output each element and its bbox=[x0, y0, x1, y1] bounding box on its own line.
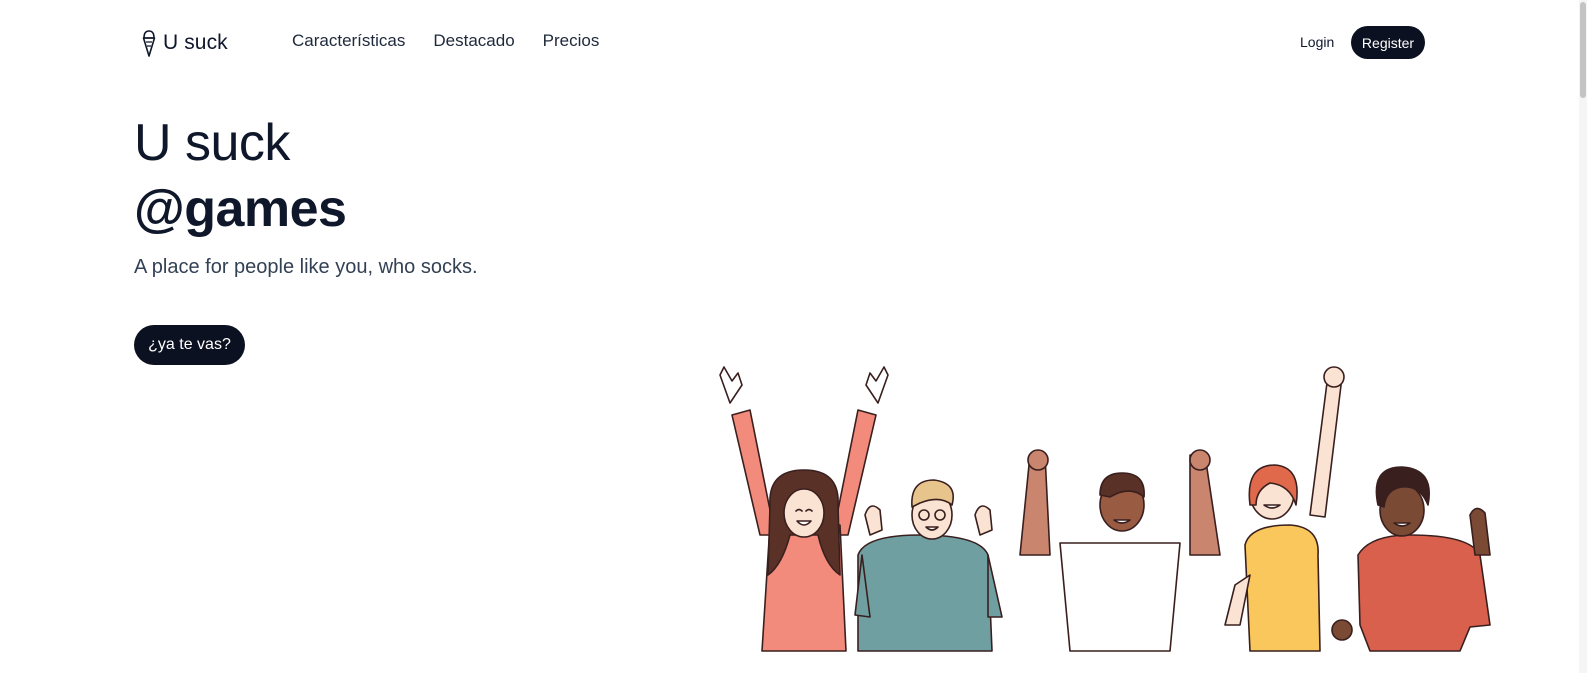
main-nav: Características Destacado Precios bbox=[292, 31, 599, 51]
hero-description: A place for people like you, who socks. bbox=[134, 256, 478, 278]
nav-link-destacado[interactable]: Destacado bbox=[433, 31, 514, 51]
login-link[interactable]: Login bbox=[1300, 34, 1334, 50]
scrollbar-thumb[interactable] bbox=[1580, 2, 1586, 98]
cta-button[interactable]: ¿ya te vas? bbox=[134, 325, 245, 365]
page-scrollbar[interactable] bbox=[1579, 0, 1587, 673]
hero-subtitle: @games bbox=[134, 180, 347, 238]
cheering-people-illustration bbox=[719, 366, 1491, 652]
hero-title: U suck bbox=[134, 114, 290, 172]
top-navbar: U suck Características Destacado Precios… bbox=[0, 0, 1587, 86]
person-orange bbox=[1331, 466, 1491, 652]
register-button[interactable]: Register bbox=[1351, 26, 1425, 59]
brand-logo-link[interactable]: U suck bbox=[141, 28, 228, 58]
person-teal bbox=[854, 479, 1003, 652]
ice-cream-cone-icon bbox=[142, 30, 156, 57]
person-white bbox=[1019, 449, 1221, 652]
person-yellow bbox=[1224, 366, 1345, 652]
nav-link-precios[interactable]: Precios bbox=[543, 31, 600, 51]
nav-link-caracteristicas[interactable]: Características bbox=[292, 31, 405, 51]
brand-name: U suck bbox=[163, 31, 228, 54]
